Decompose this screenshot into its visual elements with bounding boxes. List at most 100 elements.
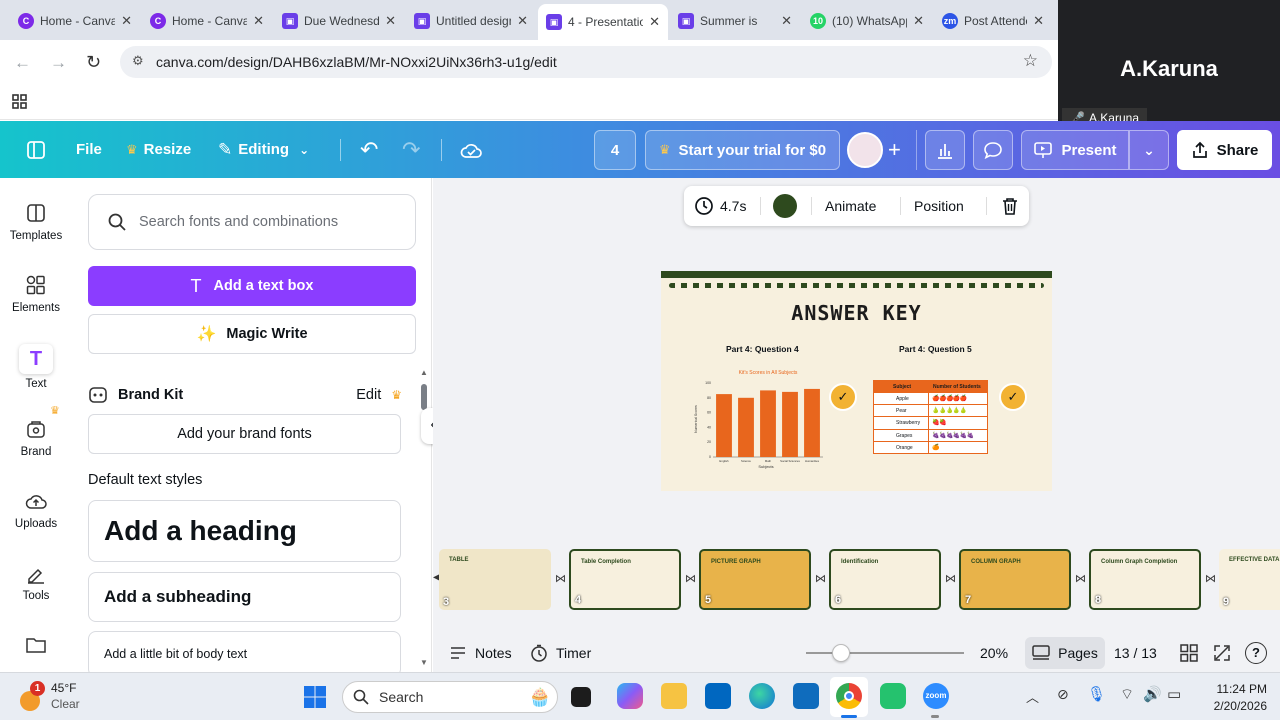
add-subheading-button[interactable]: Add a subheading: [88, 572, 401, 622]
zoom-level[interactable]: 20%: [980, 634, 1008, 672]
scroll-up-icon[interactable]: ▲: [420, 368, 428, 377]
chevron-up-icon[interactable]: ︿: [1026, 687, 1039, 706]
classroom-app-icon[interactable]: [880, 683, 906, 709]
present-options-button[interactable]: ⌄: [1129, 130, 1169, 170]
close-icon[interactable]: ✕: [649, 14, 660, 30]
volume-icon[interactable]: 🔊: [1143, 685, 1162, 703]
rail-item-text[interactable]: T Text: [0, 344, 72, 390]
browser-tab[interactable]: C Home - Canva ✕: [10, 6, 140, 36]
outlook-icon[interactable]: [793, 683, 819, 709]
rail-item-uploads[interactable]: Uploads: [0, 490, 72, 530]
browser-tab[interactable]: 10 (10) WhatsApp ✕: [802, 6, 932, 36]
magic-write-button[interactable]: ✨ Magic Write: [88, 314, 416, 354]
scroll-down-icon[interactable]: ▼: [420, 658, 428, 667]
forward-icon[interactable]: →: [50, 53, 67, 73]
scrollbar-thumb[interactable]: [421, 384, 427, 410]
chrome-icon[interactable]: [836, 683, 862, 709]
transition-icon[interactable]: ⋈: [685, 572, 696, 585]
rail-item-brand[interactable]: Brand: [0, 418, 72, 458]
transition-icon[interactable]: ⋈: [555, 572, 566, 585]
font-search-input[interactable]: Search fonts and combinations: [88, 194, 416, 250]
weather-widget[interactable]: 1: [18, 681, 46, 711]
browser-tab[interactable]: C Home - Canva ✕: [142, 6, 272, 36]
slide-thumbnail[interactable]: EFFECTIVE DATA DISPLAY 9: [1219, 549, 1280, 610]
reload-icon[interactable]: ↻: [86, 52, 101, 73]
browser-tab[interactable]: ▣ Due Wednesday ✕: [274, 6, 404, 36]
back-icon[interactable]: ←: [14, 53, 31, 73]
transition-icon[interactable]: ⋈: [945, 572, 956, 585]
close-icon[interactable]: ✕: [913, 13, 924, 29]
resize-button[interactable]: ♛ Resize: [126, 121, 191, 178]
position-button[interactable]: Position: [914, 186, 964, 226]
trash-icon[interactable]: [1000, 196, 1020, 216]
transition-icon[interactable]: ⋈: [815, 572, 826, 585]
start-trial-button[interactable]: ♛ Start your trial for $0: [645, 130, 840, 170]
transition-icon[interactable]: ⋈: [1205, 572, 1216, 585]
share-button[interactable]: Share: [1177, 130, 1272, 170]
editing-mode-button[interactable]: ✎ Editing ⌄: [218, 121, 309, 178]
animate-button[interactable]: Animate: [825, 186, 876, 226]
slide-thumbnail[interactable]: Column Graph Completion 8: [1089, 549, 1201, 610]
rail-item-elements[interactable]: Elements: [0, 274, 72, 314]
microsoft-store-icon[interactable]: [705, 683, 731, 709]
comments-button[interactable]: [973, 130, 1013, 170]
edge-icon[interactable]: [749, 683, 775, 709]
url-input[interactable]: ⚙ canva.com/design/DAHB6xzlaBM/Mr-NOxxi2…: [120, 46, 1052, 78]
slide-canvas[interactable]: ANSWER KEY Part 4: Question 4 Part 4: Qu…: [661, 271, 1052, 491]
toggle-sidebar-button[interactable]: [26, 121, 46, 178]
browser-tab[interactable]: ▣ Summer is ✕: [670, 6, 800, 36]
notes-button[interactable]: Notes: [449, 634, 512, 672]
camera-off-icon[interactable]: ⊘: [1057, 686, 1069, 703]
undo-button[interactable]: ↶: [360, 121, 378, 178]
add-collaborator-button[interactable]: +: [888, 121, 901, 178]
taskbar-search-input[interactable]: Search 🧁: [342, 681, 558, 713]
add-brand-fonts-button[interactable]: Add your brand fonts: [88, 414, 401, 454]
wifi-icon[interactable]: ⌔: [1120, 685, 1134, 704]
site-info-icon[interactable]: ⚙: [132, 53, 144, 69]
slide-thumbnail[interactable]: COLUMN GRAPH 7: [959, 549, 1071, 610]
zoom-app-icon[interactable]: zoom: [923, 683, 949, 709]
battery-icon[interactable]: ▭: [1167, 685, 1181, 703]
timer-button[interactable]: Timer: [530, 634, 591, 672]
insights-button[interactable]: [925, 130, 965, 170]
grid-view-icon[interactable]: [1180, 644, 1198, 662]
rail-item-templates[interactable]: Templates: [0, 202, 72, 242]
slide-thumbnail[interactable]: Table Completion 4: [569, 549, 681, 610]
present-button[interactable]: Present: [1021, 130, 1129, 170]
file-menu-button[interactable]: File: [76, 121, 102, 178]
help-icon[interactable]: ?: [1245, 642, 1267, 664]
fullscreen-icon[interactable]: [1213, 644, 1231, 662]
save-status-button[interactable]: [460, 121, 482, 178]
close-icon[interactable]: ✕: [1033, 13, 1044, 29]
rail-item-tools[interactable]: Tools: [0, 562, 72, 602]
color-swatch-button[interactable]: [773, 194, 797, 218]
microphone-icon[interactable]: 🎙: [1087, 685, 1106, 703]
close-icon[interactable]: ✕: [385, 13, 396, 29]
task-view-icon[interactable]: [571, 687, 591, 707]
browser-tab[interactable]: zm Post Attendee ✕: [934, 6, 1052, 36]
add-text-box-button[interactable]: T Add a text box: [88, 266, 416, 306]
brand-edit-link[interactable]: Edit: [356, 387, 381, 403]
m365-icon[interactable]: [617, 683, 643, 709]
timing-button[interactable]: 4.7s: [694, 186, 746, 226]
projects-folder-icon[interactable]: [25, 634, 47, 656]
close-icon[interactable]: ✕: [781, 13, 792, 29]
browser-tab[interactable]: ▣ Untitled design ✕: [406, 6, 536, 36]
close-icon[interactable]: ✕: [121, 13, 132, 29]
slide-thumbnail[interactable]: TABLE 3: [439, 549, 551, 610]
close-icon[interactable]: ✕: [517, 13, 528, 29]
transition-icon[interactable]: ⋈: [1075, 572, 1086, 585]
redo-button[interactable]: ↷: [402, 121, 420, 178]
add-heading-button[interactable]: Add a heading: [88, 500, 401, 562]
pages-button[interactable]: Pages: [1025, 637, 1105, 669]
bookmark-star-icon[interactable]: ☆: [1023, 51, 1038, 71]
slide-thumbnail[interactable]: Identification 6: [829, 549, 941, 610]
file-explorer-icon[interactable]: [661, 683, 687, 709]
windows-start-icon[interactable]: [303, 685, 327, 709]
add-body-text-button[interactable]: Add a little bit of body text: [88, 631, 401, 677]
slide-thumbnail[interactable]: PICTURE GRAPH 5: [699, 549, 811, 610]
browser-tab-active[interactable]: ▣ 4 - Presentation ✕: [538, 4, 668, 40]
clock-time[interactable]: 11:24 PM: [1195, 682, 1267, 696]
zoom-slider[interactable]: [806, 652, 964, 654]
page-count-button[interactable]: 4: [594, 130, 636, 170]
